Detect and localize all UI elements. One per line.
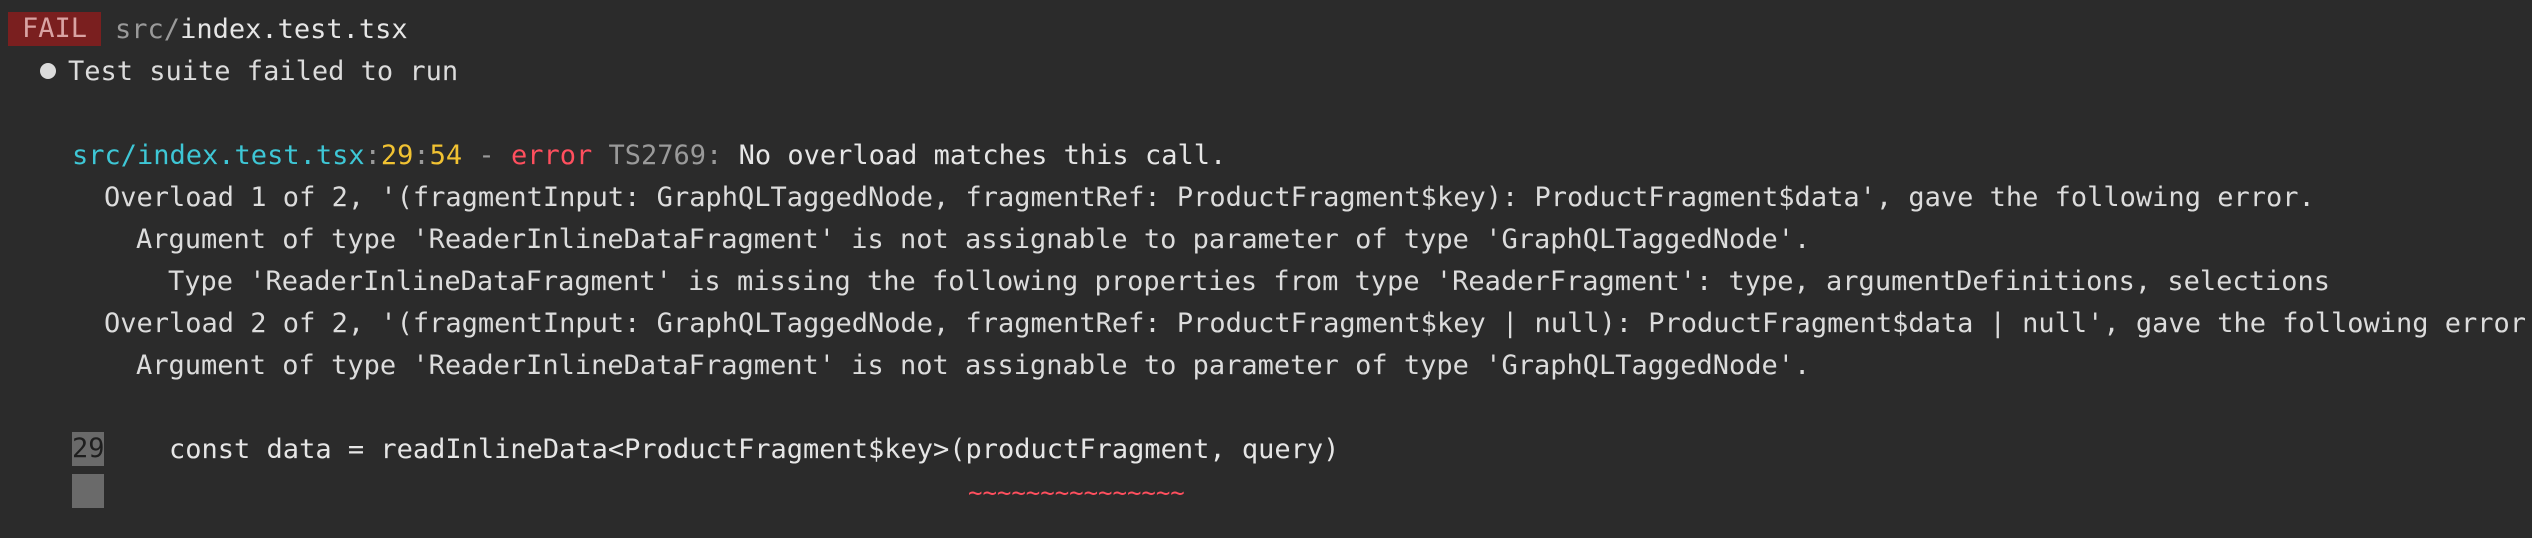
error-location-line: 29 [380,140,414,171]
fail-badge: FAIL [8,11,102,46]
line-number-gutter: 29 [72,431,105,466]
test-file-header: FAIL src/index.test.tsx [0,9,408,51]
error-detail-line: Overload 1 of 2, '(fragmentInput: GraphQ… [104,182,2315,213]
bullet-icon [40,62,56,79]
terminal-output: FAIL src/index.test.tsx Test suite failed… [0,0,2532,538]
error-message: No overload matches this call. [738,140,1227,171]
error-location-file: src/index.test.tsx [72,140,365,171]
file-dir: src/ [115,14,181,45]
error-detail-line: Overload 2 of 2, '(fragmentInput: GraphQ… [104,308,2532,339]
file-name: index.test.tsx [180,14,408,45]
suite-status-text: Test suite failed to run [68,56,459,87]
error-squiggle-underline: ~~~~~~~~~~~~~~~ [968,479,1185,507]
error-detail-line: Argument of type 'ReaderInlineDataFragme… [136,224,1811,255]
error-level: error [510,140,593,171]
error-detail-line: Argument of type 'ReaderInlineDataFragme… [136,350,1811,381]
error-location-col: 54 [429,140,463,171]
code-frame-marker-line [72,471,104,513]
code-frame-line: 29 const data = readInlineData<ProductFr… [72,429,1339,471]
code-line: const data = readInlineData<ProductFragm… [104,434,1340,465]
error-summary-line: src/index.test.tsx:29:54 - error TS2769:… [72,140,1227,171]
error-detail-line: Type 'ReaderInlineDataFragment' is missi… [168,266,2330,297]
error-code: TS2769: [608,140,723,171]
suite-status-line: Test suite failed to run [0,51,458,93]
empty-gutter [72,473,104,508]
